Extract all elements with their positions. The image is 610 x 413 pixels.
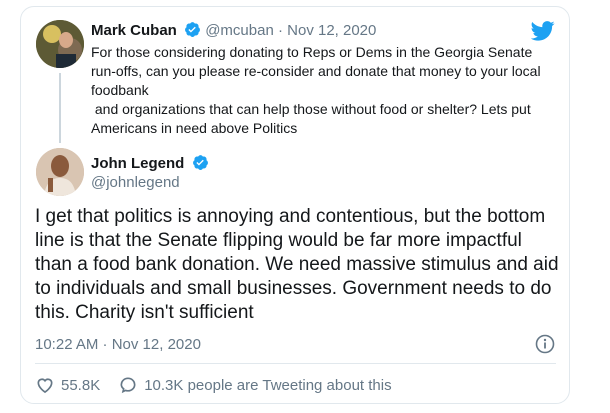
thread-connector-line: [59, 73, 61, 143]
verified-badge-icon: [192, 154, 209, 176]
author-handle[interactable]: @mcuban: [205, 22, 274, 39]
heart-icon[interactable]: [35, 375, 55, 395]
conversation-link[interactable]: 10.3K people are Tweeting about this: [144, 377, 391, 394]
john-legend-avatar[interactable]: [36, 148, 84, 196]
info-icon[interactable]: [535, 334, 555, 354]
like-count[interactable]: 55.8K: [61, 377, 100, 394]
tweet-timestamp[interactable]: 10:22 AM · Nov 12, 2020: [35, 336, 201, 354]
mark-cuban-avatar[interactable]: [36, 20, 84, 68]
tweet-author-header: John Legend: [91, 154, 209, 176]
author-name[interactable]: John Legend: [91, 155, 184, 172]
quoted-tweet-text: For those considering donating to Reps o…: [91, 44, 541, 136]
tweet-card: Mark Cuban @mcuban · Nov 12, 2020 For th…: [20, 6, 570, 404]
author-name[interactable]: Mark Cuban: [91, 22, 177, 39]
verified-badge-icon: [184, 21, 201, 43]
meta-separator: ·: [277, 22, 283, 39]
tweet-actions: 55.8K 10.3K people are Tweeting about th…: [35, 375, 392, 395]
twitter-bird-icon[interactable]: [530, 21, 555, 41]
footer-divider: [35, 363, 556, 364]
quoted-tweet-header: Mark Cuban @mcuban · Nov 12, 2020: [91, 21, 376, 43]
comment-icon[interactable]: [118, 375, 138, 395]
tweet-date[interactable]: Nov 12, 2020: [287, 22, 376, 39]
tweet-text: I get that politics is annoying and cont…: [35, 206, 559, 323]
author-handle[interactable]: @johnlegend: [91, 174, 180, 192]
